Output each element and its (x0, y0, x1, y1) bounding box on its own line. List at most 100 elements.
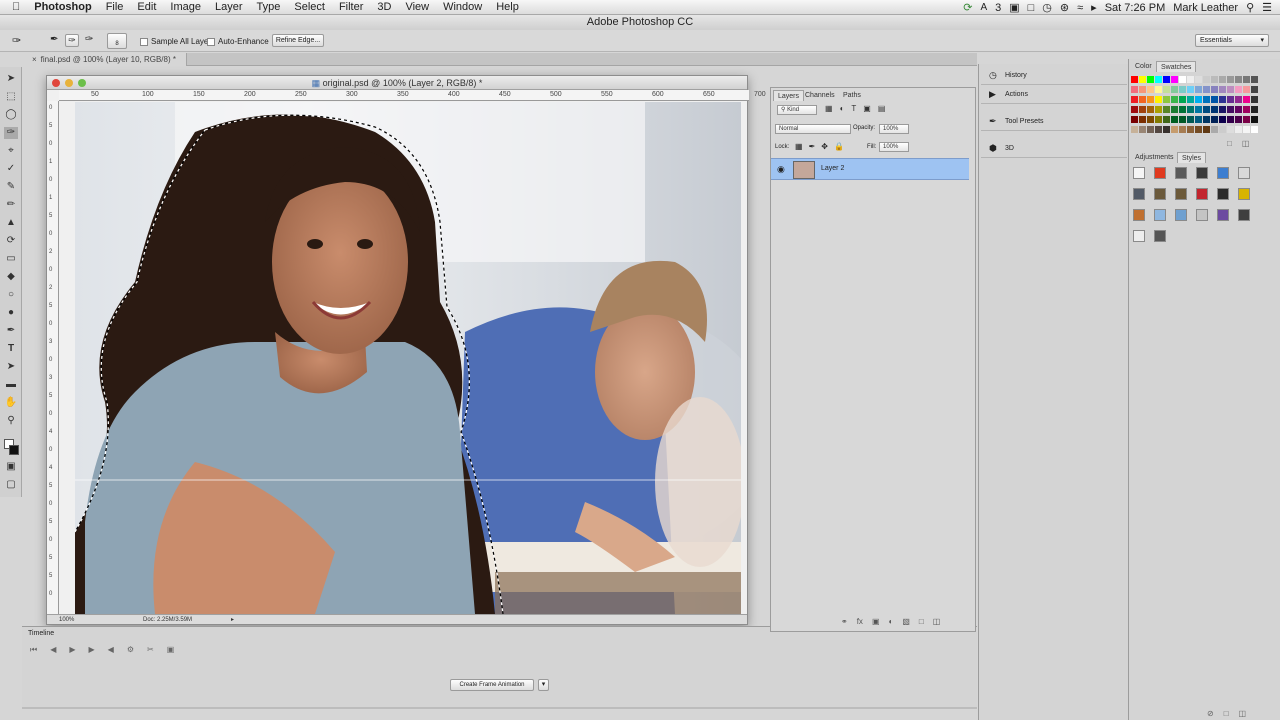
swatch[interactable] (1139, 76, 1146, 83)
canvas[interactable] (75, 102, 741, 614)
quick-mask-icon[interactable]: ▣ (4, 461, 18, 473)
swatch[interactable] (1171, 86, 1178, 93)
tool-presets-panel-button[interactable]: ✒ Tool Presets (981, 112, 1127, 131)
style-preset[interactable] (1196, 209, 1208, 221)
fill-field[interactable]: 100% (879, 142, 909, 152)
type-tool-icon[interactable]: T (4, 343, 18, 355)
apple-icon[interactable]:  (0, 1, 27, 13)
swatch[interactable] (1227, 106, 1234, 113)
swatch[interactable] (1171, 126, 1178, 133)
swatch[interactable] (1219, 76, 1226, 83)
new-layer-icon[interactable]: □ (919, 617, 924, 626)
swatch[interactable] (1227, 86, 1234, 93)
zoom-level[interactable]: 100% (59, 615, 74, 625)
swatch[interactable] (1179, 126, 1186, 133)
fx-icon[interactable]: fx (857, 617, 863, 626)
swatch-grid[interactable] (1131, 74, 1259, 138)
create-frame-animation-button[interactable]: Create Frame Animation (450, 679, 534, 691)
close-icon[interactable]: × (32, 55, 37, 64)
swatch[interactable] (1211, 106, 1218, 113)
style-preset[interactable] (1217, 209, 1229, 221)
layer-row[interactable]: ◉ Layer 2 (771, 158, 969, 180)
swatch[interactable] (1147, 126, 1154, 133)
swatch[interactable] (1179, 96, 1186, 103)
swatch[interactable] (1187, 86, 1194, 93)
swatch[interactable] (1219, 126, 1226, 133)
swatch[interactable] (1203, 76, 1210, 83)
swatch[interactable] (1195, 86, 1202, 93)
tab-adjustments[interactable]: Adjustments (1131, 152, 1178, 163)
settings-icon[interactable]: ⚙ (127, 645, 134, 655)
menu-window[interactable]: Window (436, 1, 489, 13)
eye-icon[interactable]: ◉ (777, 164, 785, 175)
swatch[interactable] (1155, 76, 1162, 83)
lock-all-icon[interactable]: 🔒 (834, 142, 844, 151)
swatch[interactable] (1195, 96, 1202, 103)
menu-edit[interactable]: Edit (130, 1, 163, 13)
swatch[interactable] (1131, 76, 1138, 83)
style-preset[interactable] (1133, 167, 1145, 179)
menu-filter[interactable]: Filter (332, 1, 370, 13)
history-brush-icon[interactable]: ⟳ (4, 235, 18, 247)
swatch[interactable] (1171, 116, 1178, 123)
mask-icon[interactable]: ▣ (872, 617, 880, 626)
swatch[interactable] (1211, 86, 1218, 93)
transition-icon[interactable]: ▣ (167, 645, 175, 655)
style-preset[interactable] (1175, 209, 1187, 221)
swatch[interactable] (1203, 86, 1210, 93)
menu-image[interactable]: Image (163, 1, 208, 13)
style-preset[interactable] (1154, 167, 1166, 179)
kind-filter[interactable]: ⚲ Kind (777, 105, 817, 115)
sync-icon[interactable]: ⟳ (963, 1, 972, 14)
swatch[interactable] (1163, 106, 1170, 113)
menu-type[interactable]: Type (250, 1, 288, 13)
swatch[interactable] (1163, 126, 1170, 133)
swatch[interactable] (1139, 126, 1146, 133)
swatch[interactable] (1155, 86, 1162, 93)
style-preset[interactable] (1238, 188, 1250, 200)
swatch[interactable] (1251, 76, 1258, 83)
horizontal-ruler[interactable]: 50 100 150 200 250 300 350 400 450 500 550 600 650 70… (59, 90, 970, 101)
background-color[interactable] (9, 445, 19, 455)
list-icon[interactable]: ☰ (1262, 1, 1272, 14)
opacity-field[interactable]: 100% (879, 124, 909, 134)
swatch[interactable] (1179, 76, 1186, 83)
adjustment-filter-icon[interactable]: ◐ (840, 104, 845, 113)
swatch[interactable] (1219, 106, 1226, 113)
swatch[interactable] (1139, 116, 1146, 123)
tab-channels[interactable]: Channels (801, 90, 839, 101)
style-preset[interactable] (1196, 188, 1208, 200)
swatch[interactable] (1235, 106, 1242, 113)
marquee-tool-icon[interactable]: ⬚ (4, 91, 18, 103)
adobe-icon[interactable]: A (980, 2, 987, 13)
style-preset[interactable] (1133, 209, 1145, 221)
swatch[interactable] (1203, 96, 1210, 103)
swatch[interactable] (1227, 96, 1234, 103)
scissors-icon[interactable]: ✂ (147, 645, 154, 655)
lock-pixels-icon[interactable]: ✒ (809, 142, 816, 151)
tab-color[interactable]: Color (1131, 61, 1156, 72)
style-preset[interactable] (1154, 230, 1166, 242)
first-frame-icon[interactable]: ⏮ (30, 645, 37, 655)
actions-panel-button[interactable]: ▶ Actions (981, 85, 1127, 104)
tab-swatches[interactable]: Swatches (1156, 61, 1197, 72)
swatch[interactable] (1203, 106, 1210, 113)
swatch[interactable] (1211, 116, 1218, 123)
swatch[interactable] (1171, 76, 1178, 83)
history-panel-button[interactable]: ◷ History (981, 66, 1127, 85)
swatch[interactable] (1227, 76, 1234, 83)
audio-icon[interactable]: ◀ (108, 645, 114, 655)
swatch[interactable] (1235, 76, 1242, 83)
style-preset[interactable] (1175, 188, 1187, 200)
volume-icon[interactable]: ▸ (1091, 1, 1097, 14)
style-preset[interactable] (1133, 230, 1145, 242)
swatch[interactable] (1243, 116, 1250, 123)
smart-filter-icon[interactable]: ▤ (878, 104, 886, 113)
subtract-selection-icon[interactable]: ✑ (85, 34, 93, 45)
blend-mode-select[interactable]: Normal (775, 124, 851, 134)
doc-info[interactable]: Doc: 2.25M/3.59M (143, 615, 192, 625)
menu-select[interactable]: Select (287, 1, 332, 13)
tab-styles[interactable]: Styles (1177, 152, 1207, 163)
style-preset[interactable] (1217, 188, 1229, 200)
clone-stamp-icon[interactable]: ▲ (4, 217, 18, 229)
